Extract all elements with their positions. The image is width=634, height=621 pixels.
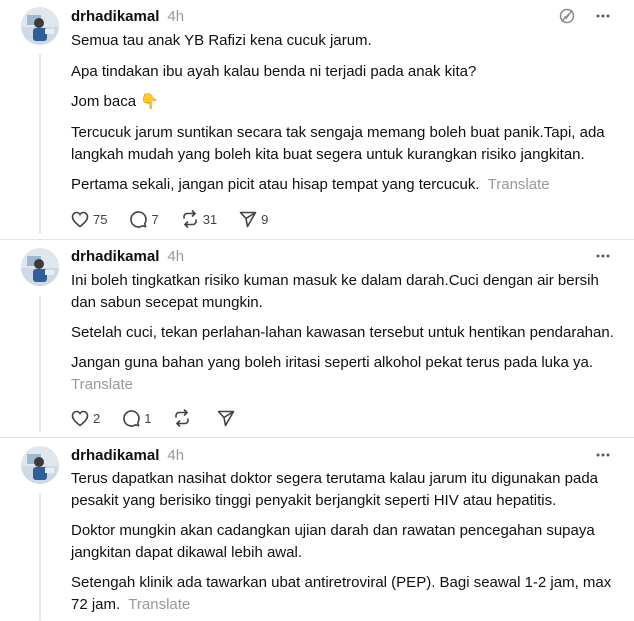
heart-icon [71, 410, 89, 427]
post-top-icons [558, 7, 612, 25]
post-top-icons [594, 247, 612, 265]
speech-bubble-icon [123, 410, 140, 427]
post-actions: 2 1 [71, 409, 261, 427]
post-actions: 75 7 31 9 [71, 210, 290, 228]
like-count: 75 [93, 211, 108, 227]
post-text: Jangan guna bahan yang boleh iritasi sep… [71, 354, 594, 371]
repost-button[interactable]: 31 [181, 210, 217, 228]
translate-link[interactable]: Translate [128, 596, 190, 613]
post-header: drhadikamal 4h [71, 246, 184, 266]
mute-icon[interactable] [558, 7, 576, 25]
share-count: 9 [261, 211, 269, 227]
post-text: Jom baca 👇 [71, 93, 159, 110]
post-text: Semua tau anak YB Rafizi kena cucuk jaru… [71, 32, 372, 49]
post-text: Tercucuk jarum suntikan secara tak senga… [71, 124, 605, 163]
speech-bubble-icon [130, 211, 148, 228]
translate-link[interactable]: Translate [71, 376, 133, 393]
avatar[interactable] [21, 7, 59, 45]
post-text: Apa tindakan ibu ayah kalau benda ni ter… [71, 63, 477, 80]
share-button[interactable] [217, 410, 239, 427]
thread-line [39, 295, 41, 432]
send-paper-plane-icon [239, 211, 257, 227]
heart-icon [71, 211, 89, 228]
like-button[interactable]: 75 [71, 211, 107, 228]
reply-count: 1 [144, 410, 152, 426]
username[interactable]: drhadikamal [71, 8, 159, 25]
post-text: Setelah cuci, tekan perlahan-lahan kawas… [71, 324, 614, 341]
post-divider [0, 239, 634, 240]
timestamp[interactable]: 4h [167, 248, 184, 265]
post-text: Terus dapatkan nasihat doktor segera ter… [71, 470, 598, 509]
avatar[interactable] [21, 446, 59, 484]
repost-arrows-icon [175, 409, 190, 427]
post-divider [0, 437, 634, 438]
share-button[interactable]: 9 [239, 211, 268, 228]
like-count: 2 [93, 410, 101, 426]
username[interactable]: drhadikamal [71, 447, 159, 464]
timestamp[interactable]: 4h [167, 447, 184, 464]
thread-line [39, 54, 41, 234]
post-text-last: Pertama sekali, jangan picit atau hisap … [71, 174, 616, 196]
post-header: drhadikamal 4h [71, 445, 184, 465]
reply-button[interactable]: 1 [122, 409, 151, 427]
post-text-last: Setengah klinik ada tawarkan ubat antire… [71, 572, 616, 616]
more-dots-icon[interactable] [594, 446, 612, 464]
repost-arrows-icon [182, 210, 197, 228]
thread-line [39, 493, 41, 621]
translate-link[interactable]: Translate [488, 176, 550, 193]
post-header: drhadikamal 4h [71, 6, 184, 26]
repost-count: 31 [202, 211, 218, 227]
more-dots-icon[interactable] [594, 7, 612, 25]
post-text-last: Jangan guna bahan yang boleh iritasi sep… [71, 352, 616, 396]
repost-button[interactable] [173, 409, 195, 427]
post-top-icons [594, 446, 612, 464]
timestamp[interactable]: 4h [167, 8, 184, 25]
send-paper-plane-icon [218, 410, 235, 426]
post-text: Pertama sekali, jangan picit atau hisap … [71, 176, 480, 193]
post-text: Ini boleh tingkatkan risiko kuman masuk … [71, 272, 599, 311]
reply-button[interactable]: 7 [129, 210, 159, 228]
avatar[interactable] [21, 248, 59, 286]
post-text: Doktor mungkin akan cadangkan ujian dara… [71, 522, 595, 561]
username[interactable]: drhadikamal [71, 248, 159, 265]
like-button[interactable]: 2 [71, 410, 100, 427]
reply-count: 7 [151, 211, 159, 227]
more-dots-icon[interactable] [594, 247, 612, 265]
